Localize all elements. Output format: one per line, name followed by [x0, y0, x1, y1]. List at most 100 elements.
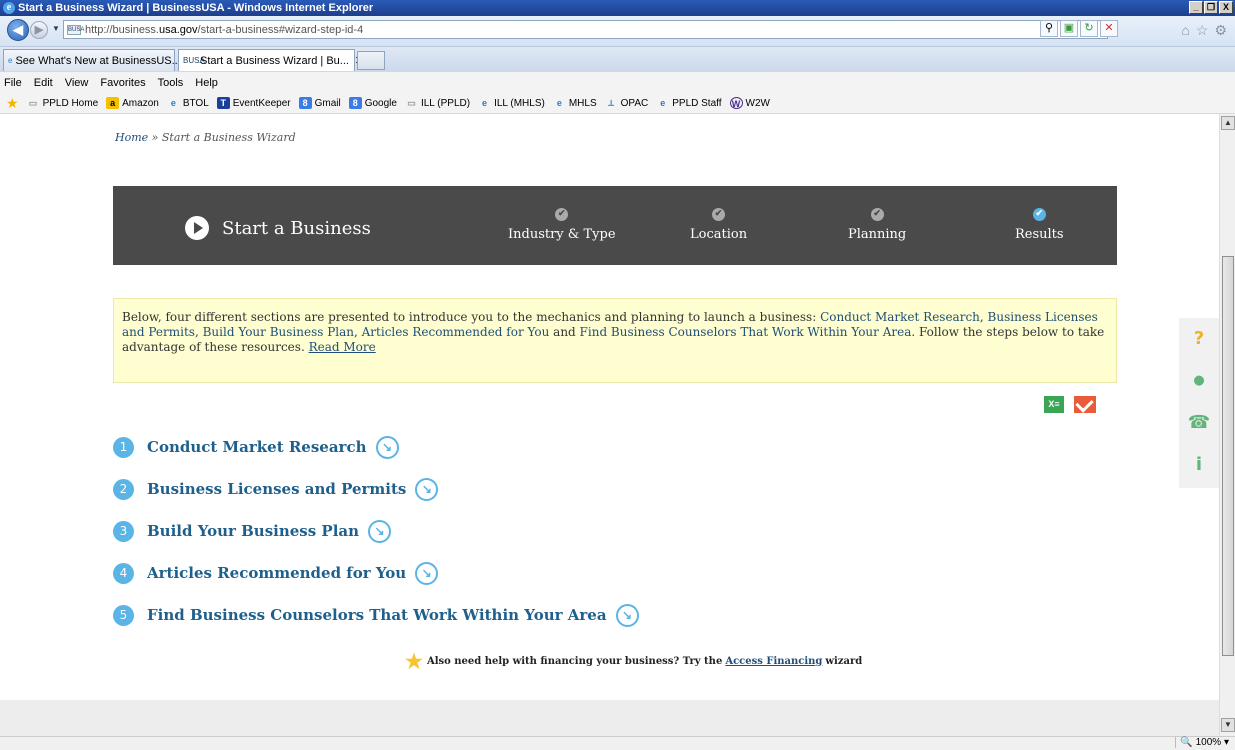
wizard-step-planning[interactable]: ✔ Planning	[848, 208, 906, 242]
fav-opac[interactable]: ⟂ OPAC	[605, 97, 648, 109]
arrow-down-right-icon[interactable]: ↘	[415, 561, 439, 585]
fav-ppld-staff[interactable]: e PPLD Staff	[656, 97, 721, 109]
section-title[interactable]: Build Your Business Plan	[147, 522, 359, 540]
section-item[interactable]: 3 Build Your Business Plan ↘	[113, 510, 639, 552]
section-title[interactable]: Find Business Counselors That Work Withi…	[147, 606, 607, 624]
link-market-research[interactable]: Conduct Market Research	[820, 310, 980, 324]
fav-ppld-home[interactable]: ▭ PPLD Home	[27, 97, 98, 109]
section-item[interactable]: 1 Conduct Market Research ↘	[113, 426, 639, 468]
step-number-badge: 4	[113, 562, 134, 584]
tab-strip: e See What's New at BusinessUS... BUSA S…	[0, 46, 1235, 72]
link-counselors[interactable]: Find Business Counselors That Work Withi…	[580, 325, 912, 339]
restore-button[interactable]: ❐	[1204, 1, 1218, 14]
scroll-down-arrow-icon[interactable]: ▼	[1221, 718, 1235, 732]
back-button[interactable]: ◀	[7, 19, 29, 41]
ie-icon: e	[170, 98, 176, 108]
url-suffix: /start-a-business#wizard-step-id-4	[197, 23, 364, 36]
email-icon[interactable]	[1074, 396, 1096, 413]
tab-whats-new[interactable]: e See What's New at BusinessUS...	[3, 49, 181, 71]
fav-gmail[interactable]: 8 Gmail	[298, 97, 341, 109]
menu-file[interactable]: File	[4, 77, 22, 89]
window-titlebar: e Start a Business Wizard | BusinessUSA …	[0, 0, 1235, 16]
help-question-icon[interactable]: ?	[1179, 318, 1219, 360]
gear-icon[interactable]: ⚙	[1214, 22, 1227, 39]
status-bar: 🔍 100% ▾	[0, 736, 1235, 750]
intro-sep: ,	[354, 325, 362, 339]
menu-edit[interactable]: Edit	[34, 77, 53, 89]
arrow-down-right-icon[interactable]: ↘	[615, 603, 639, 627]
breadcrumb-separator: »	[148, 131, 162, 144]
step-number-badge: 5	[113, 604, 134, 626]
breadcrumb-home-link[interactable]: Home	[115, 131, 148, 144]
zoom-value: 100%	[1195, 737, 1222, 748]
financing-suffix: wizard	[825, 655, 863, 667]
arrow-down-right-icon[interactable]: ↘	[415, 477, 439, 501]
fav-google[interactable]: 8 Google	[348, 97, 397, 109]
home-icon[interactable]: ⌂	[1181, 22, 1189, 39]
compat-view-icon[interactable]: ▣	[1060, 20, 1078, 37]
arrow-down-right-icon[interactable]: ↘	[368, 519, 392, 543]
vertical-scrollbar[interactable]: ▲ ▼	[1219, 114, 1235, 736]
lightbulb-icon[interactable]: ●	[1179, 360, 1219, 402]
fav-w2w[interactable]: W W2W	[729, 97, 770, 109]
menu-tools[interactable]: Tools	[158, 77, 184, 89]
section-item[interactable]: 4 Articles Recommended for You ↘	[113, 552, 639, 594]
wizard-title-text: Start a Business	[222, 217, 371, 239]
read-more-link[interactable]: Read More	[309, 340, 376, 354]
amazon-icon: a	[106, 97, 120, 109]
tab-start-business[interactable]: BUSA Start a Business Wizard | Bu... ✕	[178, 49, 364, 71]
excel-export-icon[interactable]: X≡	[1044, 396, 1064, 413]
section-title[interactable]: Articles Recommended for You	[147, 564, 406, 582]
menu-favorites[interactable]: Favorites	[100, 77, 145, 89]
minimize-button[interactable]: _	[1189, 1, 1203, 14]
favorites-star-icon[interactable]: ★	[6, 95, 19, 112]
tab-label: See What's New at BusinessUS...	[15, 54, 181, 67]
ie-logo-icon: e	[3, 2, 15, 14]
menu-view[interactable]: View	[65, 77, 89, 89]
tab-label: Start a Business Wizard | Bu...	[200, 54, 349, 67]
link-business-plan[interactable]: Build Your Business Plan	[203, 325, 354, 339]
new-tab-button[interactable]	[357, 51, 385, 70]
refresh-icon[interactable]: ↻	[1080, 20, 1098, 37]
section-item[interactable]: 2 Business Licenses and Permits ↘	[113, 468, 639, 510]
folder-icon: ▭	[407, 98, 416, 108]
intro-sep: ,	[979, 310, 988, 324]
breadcrumb-current: Start a Business Wizard	[161, 131, 296, 144]
arrow-down-right-icon[interactable]: ↘	[375, 435, 399, 459]
menu-help[interactable]: Help	[195, 77, 218, 89]
fav-eventkeeper[interactable]: T EventKeeper	[216, 97, 291, 109]
star-icon: ★	[405, 649, 423, 673]
fav-amazon[interactable]: a Amazon	[106, 97, 159, 109]
close-window-button[interactable]: X	[1219, 1, 1233, 14]
share-icons: X≡	[1044, 396, 1096, 413]
search-icon[interactable]: ⚲	[1040, 20, 1058, 37]
link-articles[interactable]: Articles Recommended for You	[362, 325, 550, 339]
wizard-step-industry[interactable]: ✔ Industry & Type	[508, 208, 616, 242]
section-title[interactable]: Business Licenses and Permits	[147, 480, 406, 498]
favorites-star-icon[interactable]: ☆	[1196, 22, 1209, 39]
fav-btol[interactable]: e BTOL	[167, 97, 209, 109]
financing-promo: ★ Also need help with financing your bus…	[405, 649, 862, 673]
scroll-up-arrow-icon[interactable]: ▲	[1221, 116, 1235, 130]
wizard-step-location[interactable]: ✔ Location	[690, 208, 747, 242]
menu-bar: File Edit View Favorites Tools Help	[0, 72, 1235, 93]
forward-button[interactable]: ▶	[30, 21, 48, 39]
recent-pages-dropdown[interactable]: ▼	[52, 24, 60, 33]
info-icon[interactable]: i	[1179, 444, 1219, 486]
google-icon: 8	[298, 97, 312, 109]
access-financing-link[interactable]: Access Financing	[725, 656, 822, 667]
section-title[interactable]: Conduct Market Research	[147, 438, 367, 456]
breadcrumb: Home » Start a Business Wizard	[115, 131, 296, 144]
section-item[interactable]: 5 Find Business Counselors That Work Wit…	[113, 594, 639, 636]
fav-ill-mhls[interactable]: e ILL (MHLS)	[478, 97, 545, 109]
scroll-thumb[interactable]	[1222, 256, 1234, 656]
page-viewport: Home » Start a Business Wizard Start a B…	[0, 114, 1219, 736]
fav-ill-ppld[interactable]: ▭ ILL (PPLD)	[405, 97, 470, 109]
ie-icon: e	[660, 98, 666, 108]
fav-mhls[interactable]: e MHLS	[553, 97, 597, 109]
phone-icon[interactable]: ☎	[1179, 402, 1219, 444]
stop-icon[interactable]: ✕	[1100, 20, 1118, 37]
zoom-level[interactable]: 🔍 100% ▾	[1175, 737, 1229, 748]
wizard-step-results[interactable]: ✔ Results	[1015, 208, 1064, 242]
url-input[interactable]: BUSA http://business. usa.gov/start-a-bus…	[63, 20, 1108, 39]
